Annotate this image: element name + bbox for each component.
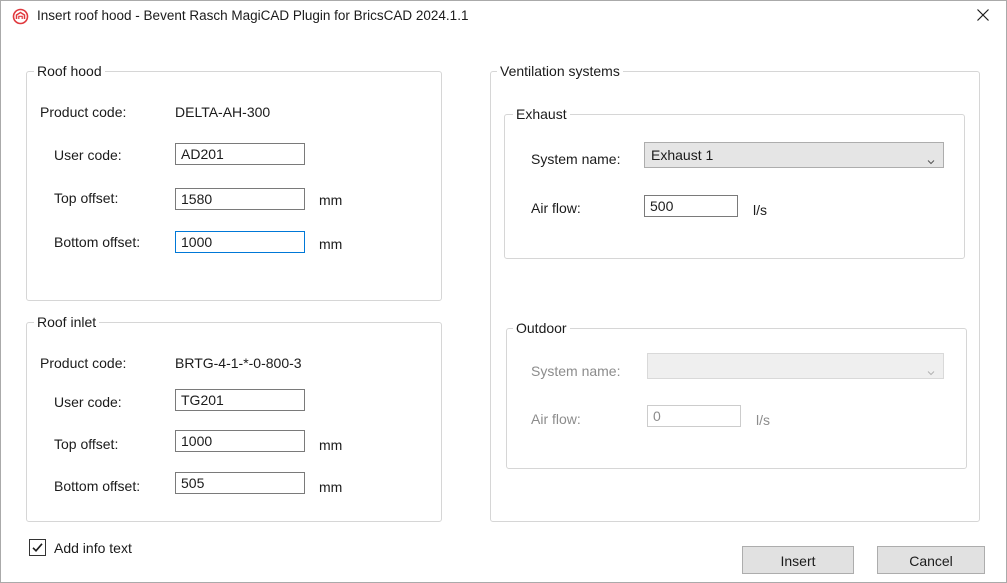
- exhaust-system-name-select[interactable]: Exhaust 1: [644, 142, 944, 168]
- close-button[interactable]: [960, 1, 1006, 31]
- add-info-text-checkbox[interactable]: [29, 539, 46, 556]
- dialog-window: Insert roof hood - Bevent Rasch MagiCAD …: [0, 0, 1007, 583]
- roof-hood-user-code-input[interactable]: [175, 143, 305, 165]
- exhaust-air-flow-label: Air flow:: [531, 200, 581, 216]
- window-title: Insert roof hood - Bevent Rasch MagiCAD …: [37, 8, 469, 23]
- outdoor-air-flow-label: Air flow:: [531, 411, 581, 427]
- exhaust-group-label: Exhaust: [513, 106, 570, 122]
- add-info-text-label[interactable]: Add info text: [54, 540, 132, 556]
- outdoor-air-flow-input[interactable]: [647, 405, 741, 427]
- roof-hood-user-code-label: User code:: [54, 147, 122, 163]
- roof-hood-group-label: Roof hood: [34, 63, 105, 79]
- roof-hood-bottom-offset-input[interactable]: [175, 231, 305, 253]
- outdoor-group-label: Outdoor: [513, 320, 570, 336]
- roof-hood-product-code-value: DELTA-AH-300: [175, 104, 271, 120]
- outdoor-system-name-select[interactable]: [647, 353, 944, 379]
- roof-hood-top-offset-input[interactable]: [175, 188, 305, 210]
- magicad-logo-icon: [12, 8, 29, 25]
- roof-hood-product-code-label: Product code:: [40, 104, 127, 120]
- ventilation-systems-group-label: Ventilation systems: [497, 63, 623, 79]
- roof-inlet-top-offset-unit: mm: [319, 437, 343, 453]
- roof-hood-top-offset-label: Top offset:: [54, 190, 119, 206]
- roof-inlet-top-offset-label: Top offset:: [54, 436, 119, 452]
- roof-inlet-user-code-input[interactable]: [175, 389, 305, 411]
- roof-inlet-bottom-offset-label: Bottom offset:: [54, 478, 141, 494]
- exhaust-group: [504, 114, 965, 259]
- cancel-button[interactable]: Cancel: [877, 546, 985, 574]
- close-icon: [976, 8, 990, 25]
- exhaust-system-name-label: System name:: [531, 151, 621, 167]
- checkmark-icon: [30, 540, 45, 555]
- exhaust-air-flow-input[interactable]: [644, 195, 738, 217]
- chevron-down-icon: [926, 150, 936, 165]
- insert-button[interactable]: Insert: [742, 546, 854, 574]
- outdoor-system-name-label: System name:: [531, 363, 621, 379]
- roof-inlet-user-code-label: User code:: [54, 394, 122, 410]
- outdoor-group: [506, 328, 967, 469]
- roof-inlet-group-label: Roof inlet: [34, 314, 100, 330]
- title-bar: Insert roof hood - Bevent Rasch MagiCAD …: [1, 1, 1006, 31]
- roof-hood-top-offset-unit: mm: [319, 192, 343, 208]
- roof-hood-bottom-offset-label: Bottom offset:: [54, 234, 141, 250]
- roof-inlet-bottom-offset-input[interactable]: [175, 472, 305, 494]
- roof-inlet-product-code-value: BRTG-4-1-*-0-800-3: [175, 355, 302, 371]
- roof-inlet-top-offset-input[interactable]: [175, 430, 305, 452]
- roof-inlet-product-code-label: Product code:: [40, 355, 127, 371]
- exhaust-air-flow-unit: l/s: [753, 202, 767, 218]
- roof-inlet-bottom-offset-unit: mm: [319, 479, 343, 495]
- roof-hood-bottom-offset-unit: mm: [319, 236, 343, 252]
- chevron-down-icon: [926, 361, 936, 376]
- outdoor-air-flow-unit: l/s: [756, 412, 770, 428]
- exhaust-system-name-value: Exhaust 1: [651, 147, 714, 163]
